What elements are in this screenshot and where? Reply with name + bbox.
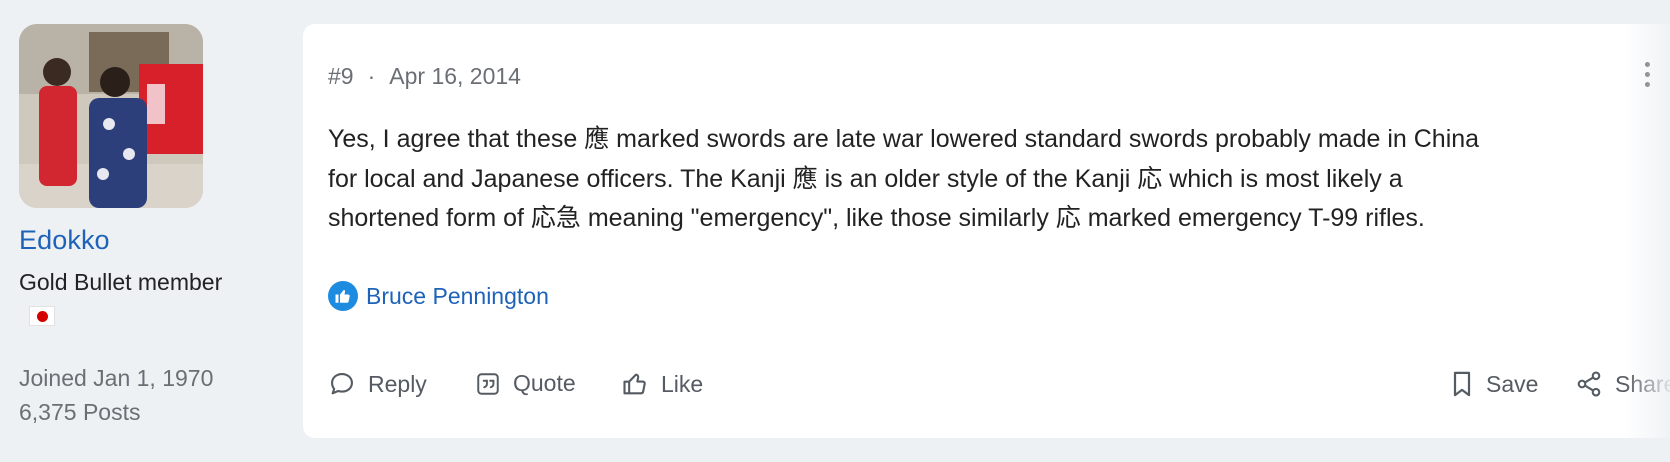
quote-icon	[477, 372, 499, 395]
post-count: 6,375 Posts	[19, 399, 141, 425]
post-actions: Reply Quote Like Save Share	[303, 370, 1670, 410]
share-icon	[1577, 371, 1601, 397]
quote-button[interactable]: Quote	[475, 370, 576, 397]
username-link[interactable]: Edokko	[19, 225, 279, 256]
reply-label: Reply	[368, 370, 427, 397]
like-label: Like	[661, 370, 704, 397]
user-avatar[interactable]	[19, 24, 203, 208]
post-body-line: Yes, I agree that these 應 marked swords …	[328, 125, 1480, 153]
quote-label: Quote	[513, 370, 576, 396]
reply-button[interactable]: Reply	[328, 370, 427, 398]
reactor-name-link[interactable]: Bruce Pennington	[366, 283, 549, 310]
thumbs-up-outline-icon	[623, 373, 646, 395]
more-options-icon[interactable]	[1643, 62, 1651, 92]
post-meta: #9 · Apr 16, 2014	[328, 63, 521, 90]
share-button[interactable]: Share	[1575, 370, 1670, 398]
join-date: Joined Jan 1, 1970	[19, 365, 214, 391]
japan-flag-icon	[29, 306, 55, 326]
thumbs-up-icon	[328, 281, 358, 311]
reaction-summary[interactable]: Bruce Pennington	[328, 281, 549, 311]
post-body: Yes, I agree that these 應 marked swords …	[328, 120, 1658, 239]
post-body-line: for local and Japanese officers. The Kan…	[328, 164, 1403, 193]
bookmark-icon	[1453, 371, 1471, 397]
user-rank: Gold Bullet member	[19, 269, 223, 295]
reply-bubble-icon	[331, 373, 353, 395]
save-button[interactable]: Save	[1450, 370, 1538, 398]
user-info: Edokko Gold Bullet member Joined Jan 1, …	[19, 24, 279, 429]
post-card: #9 · Apr 16, 2014 Yes, I agree that these …	[303, 24, 1670, 438]
like-button[interactable]: Like	[621, 370, 703, 398]
share-label: Share	[1615, 370, 1670, 397]
post-number[interactable]: #9	[328, 63, 354, 89]
meta-separator: ·	[367, 63, 376, 89]
post-date[interactable]: Apr 16, 2014	[389, 63, 521, 89]
post-body-line: shortened form of 応急 meaning "emergency"…	[328, 204, 1425, 232]
save-label: Save	[1486, 370, 1539, 397]
